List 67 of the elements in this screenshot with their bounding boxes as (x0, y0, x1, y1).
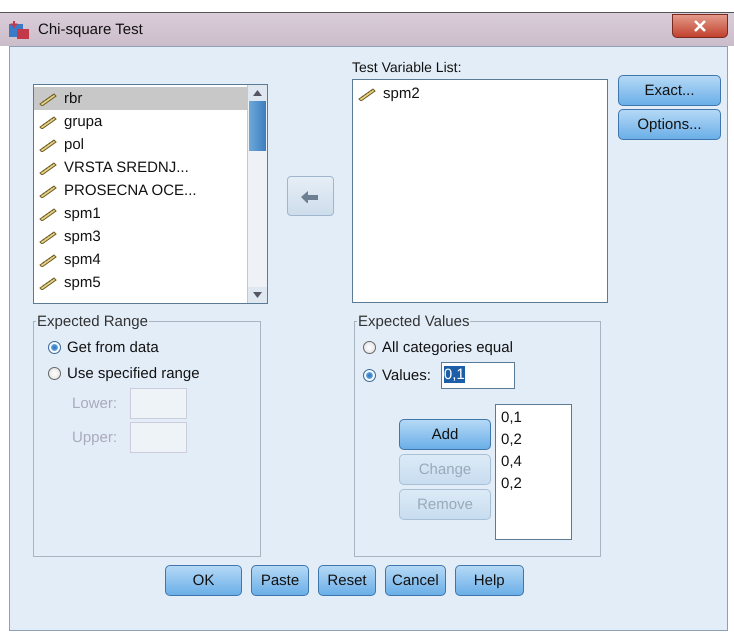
variable-name: spm1 (64, 205, 101, 222)
dialog-button[interactable]: Reset (318, 565, 376, 596)
scrollbar[interactable] (247, 85, 267, 303)
radio-label: Get from data (67, 338, 159, 356)
value-item[interactable]: 0,1 (501, 409, 566, 431)
close-icon (693, 20, 707, 32)
close-button[interactable] (672, 14, 728, 38)
dialog-button[interactable]: Paste (251, 565, 309, 596)
dialog-button[interactable]: Add (399, 419, 491, 450)
dialog-button[interactable]: Options... (618, 109, 721, 140)
radio-label: Use specified range (67, 364, 200, 382)
variable-item[interactable]: PROSECNA OCE... (34, 179, 247, 202)
value-item[interactable]: 0,4 (501, 453, 566, 475)
variable-item[interactable]: rbr (34, 87, 247, 110)
ruler-icon (38, 252, 58, 266)
variable-item[interactable]: spm1 (34, 202, 247, 225)
field-label: Upper: (72, 428, 118, 446)
ruler-icon (38, 160, 58, 174)
ruler-icon (38, 184, 58, 198)
variable-item[interactable]: spm5 (34, 271, 247, 294)
dialog-button[interactable]: Cancel (385, 565, 446, 596)
variable-name: spm4 (64, 251, 101, 268)
variable-name: pol (64, 136, 84, 153)
value-item[interactable]: 0,2 (501, 431, 566, 453)
group-title: Expected Values (357, 313, 470, 330)
ruler-icon (38, 206, 58, 220)
ruler-icon (357, 86, 377, 100)
radio-option[interactable]: Values: (363, 366, 431, 384)
variable-name: spm5 (64, 274, 101, 291)
scroll-down-icon[interactable] (253, 292, 262, 298)
variable-item[interactable]: VRSTA SREDNJ... (34, 156, 247, 179)
variable-item[interactable]: spm3 (34, 225, 247, 248)
dialog-button[interactable]: OK (165, 565, 242, 596)
ruler-icon (38, 138, 58, 152)
ruler-icon (38, 114, 58, 128)
test-variable-list[interactable]: spm2 (352, 79, 608, 303)
ruler-icon (38, 92, 58, 106)
variable-name: VRSTA SREDNJ... (64, 159, 189, 176)
radio-label: Values: (382, 366, 431, 384)
list-label: Test Variable List: (352, 59, 462, 77)
variable-list[interactable]: rbr grupa pol VRSTA SREDNJ... PROSECNA OCE... spm1 spm3 spm4 spm5 (33, 84, 268, 304)
scroll-up-icon[interactable] (253, 90, 262, 96)
variable-name: grupa (64, 113, 102, 130)
variable-item[interactable]: pol (34, 133, 247, 156)
arrow-icon (300, 189, 320, 203)
variable-item[interactable]: grupa (34, 110, 247, 133)
field-label: Lower: (72, 394, 118, 412)
table-icon (8, 20, 30, 40)
window-title: Chi-square Test (38, 21, 144, 38)
radio-option[interactable]: Use specified range (48, 360, 250, 386)
variable-item[interactable]: spm4 (34, 248, 247, 271)
dialog-button[interactable]: Help (454, 565, 524, 596)
group-title: Expected Range (36, 313, 149, 330)
value-item[interactable]: 0,2 (501, 475, 566, 497)
input-field[interactable]: 0,1 (440, 362, 515, 388)
radio-option[interactable]: Get from data (48, 334, 250, 360)
variable-name: spm3 (64, 228, 101, 245)
move-button[interactable] (286, 176, 334, 216)
variable-name: PROSECNA OCE... (64, 182, 197, 199)
variable-name: spm2 (383, 85, 420, 102)
ruler-icon (38, 230, 58, 244)
scroll-thumb[interactable] (249, 101, 266, 151)
ruler-icon (38, 276, 58, 290)
variable-name: rbr (64, 90, 82, 107)
dialog-button[interactable]: Exact... (618, 75, 721, 106)
values-list[interactable]: 0,1 0,2 0,4 0,2 (495, 404, 572, 540)
variable-item[interactable]: spm2 (353, 82, 607, 105)
